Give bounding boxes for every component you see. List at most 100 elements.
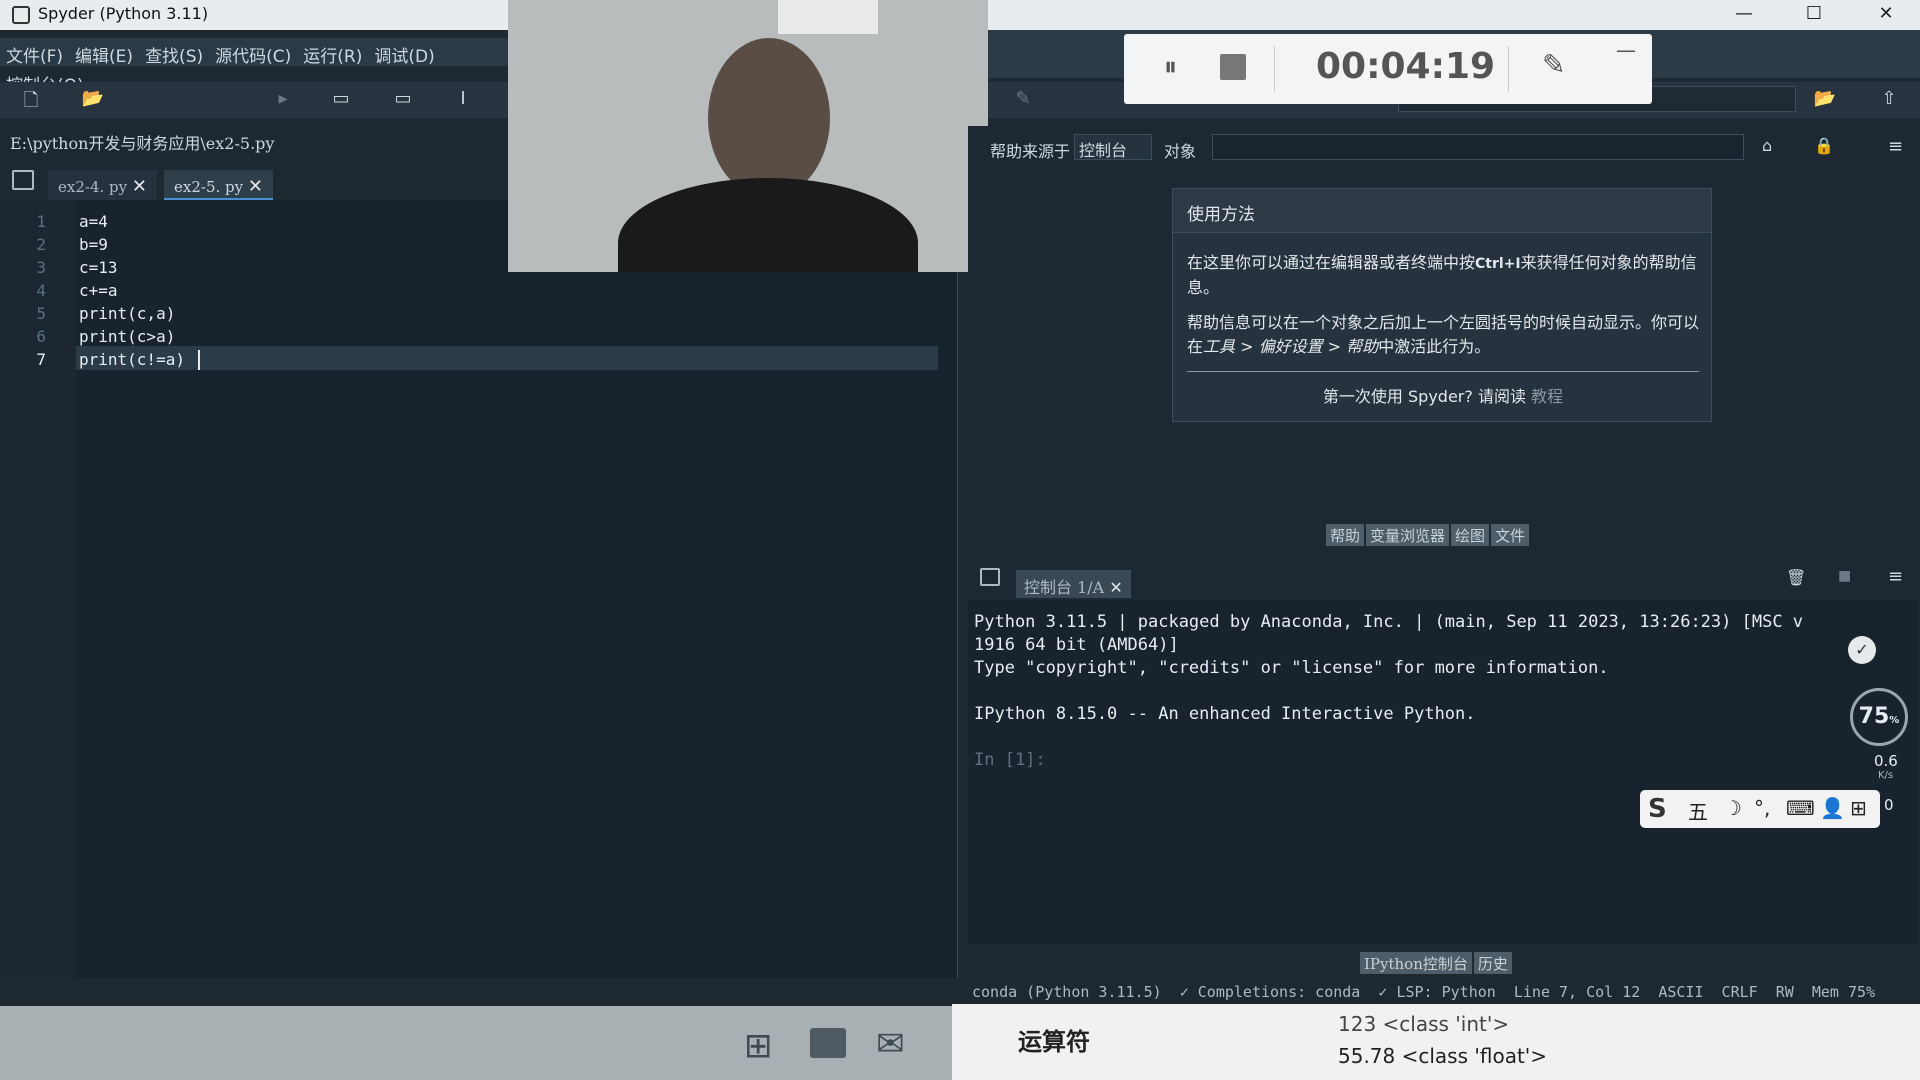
memory-gauge: 75% bbox=[1850, 688, 1908, 746]
net-unit: K/s bbox=[1878, 770, 1894, 781]
menu-source[interactable]: 源代码(C) bbox=[209, 38, 297, 67]
divider bbox=[1274, 46, 1275, 92]
divider bbox=[1508, 46, 1509, 92]
menu-search[interactable]: 查找(S) bbox=[139, 38, 209, 67]
menu-debug[interactable]: 调试(D) bbox=[368, 38, 440, 67]
person-head bbox=[708, 38, 830, 198]
punctuation-icon[interactable]: °, bbox=[1754, 796, 1770, 820]
browse-tabs-icon[interactable] bbox=[12, 170, 34, 190]
menu-edit[interactable]: 编辑(E) bbox=[69, 38, 139, 67]
console-line: 1916 64 bit (AMD64)] bbox=[974, 635, 1179, 655]
overlay-line: 55.78 <class 'float'> bbox=[1338, 1044, 1548, 1068]
keyboard-icon[interactable]: ⌨ bbox=[1786, 796, 1815, 820]
net-upload: 0.6 bbox=[1874, 752, 1898, 770]
ipython-console[interactable]: Python 3.11.5 | packaged by Anaconda, In… bbox=[968, 600, 1918, 944]
pause-icon[interactable]: ⏸ bbox=[1164, 52, 1177, 83]
options-menu-icon[interactable]: ≡ bbox=[1888, 136, 1903, 157]
overlay-title: 运算符 bbox=[1018, 1028, 1090, 1056]
stop-kernel-icon[interactable]: ■ bbox=[1838, 568, 1851, 584]
user-icon[interactable]: 👤 bbox=[1820, 796, 1845, 820]
browse-tabs-icon[interactable] bbox=[980, 568, 1000, 586]
ime-toolbar: S 五 ☽ °, ⌨ 👤 ⊞ bbox=[1640, 790, 1880, 828]
shortcut-key: Ctrl+I bbox=[1475, 256, 1521, 272]
usage-paragraph-2: 帮助信息可以在一个对象之后加上一个左圆括号的时候自动显示。你可以在工具 > 偏好… bbox=[1187, 311, 1699, 359]
mail-icon[interactable]: ✉ bbox=[876, 1024, 905, 1064]
home-icon[interactable]: ⌂ bbox=[1762, 136, 1772, 155]
console-line: Python 3.11.5 | packaged by Anaconda, In… bbox=[974, 612, 1804, 632]
close-tab-icon[interactable]: ✕ bbox=[248, 176, 263, 197]
code-line: a=4 bbox=[79, 212, 108, 231]
tab-help[interactable]: 帮助 bbox=[1326, 524, 1365, 546]
sogou-logo-icon[interactable]: S bbox=[1648, 794, 1667, 824]
tab-console[interactable]: 控制台 1/A ✕ bbox=[1016, 570, 1131, 598]
code-editor[interactable]: 1 2 3 4 5 6 7 a=4 b=9 c=13 c+=a print(c,… bbox=[0, 200, 958, 978]
window-title: Spyder (Python 3.11) bbox=[38, 4, 209, 23]
tutorial-link[interactable]: 教程 bbox=[1531, 387, 1563, 406]
help-source-select[interactable]: 控制台 bbox=[1074, 134, 1152, 160]
close-button[interactable]: ✕ bbox=[1858, 0, 1914, 30]
close-tab-icon[interactable]: ✕ bbox=[132, 176, 147, 197]
usage-text: 中激活此行为。 bbox=[1378, 337, 1491, 356]
tab-plots[interactable]: 绘图 bbox=[1451, 524, 1490, 546]
console-options-icon[interactable]: ≡ bbox=[1888, 566, 1903, 587]
tab-ex2-5[interactable]: ex2-5. py ✕ bbox=[164, 170, 273, 200]
usage-box: 使用方法 在这里你可以通过在编辑器或者终端中按Ctrl+I来获得任何对象的帮助信… bbox=[1172, 188, 1712, 422]
browse-directory-icon[interactable]: 📂 bbox=[1812, 88, 1838, 110]
run-selection-icon[interactable]: I bbox=[450, 88, 476, 110]
tab-label: ex2-4. py bbox=[58, 178, 128, 196]
help-object-input[interactable] bbox=[1212, 134, 1744, 160]
file-explorer-icon[interactable] bbox=[810, 1028, 846, 1058]
wall-poster bbox=[778, 0, 878, 34]
tab-ex2-4[interactable]: ex2-4. py ✕ bbox=[48, 170, 157, 200]
menu-file[interactable]: 文件(F) bbox=[0, 38, 69, 67]
tab-label: ex2-5. py bbox=[174, 178, 244, 196]
text-cursor bbox=[198, 350, 200, 370]
maximize-button[interactable]: ☐ bbox=[1786, 0, 1842, 30]
person-body bbox=[618, 178, 918, 272]
tab-history[interactable]: 历史 bbox=[1473, 952, 1512, 974]
run-cell-advance-icon[interactable]: ▭ bbox=[390, 88, 416, 110]
lock-icon[interactable]: 🔒 bbox=[1814, 136, 1834, 155]
slide-overlay: 运算符 123 <class 'int'> 55.78 <class 'floa… bbox=[952, 1004, 1920, 1080]
ime-mode[interactable]: 五 bbox=[1688, 796, 1708, 825]
tab-ipython-console[interactable]: IPython控制台 bbox=[1360, 952, 1472, 974]
help-object-label: 对象 bbox=[1164, 142, 1197, 161]
line-number: 4 bbox=[36, 281, 46, 300]
new-file-icon[interactable]: 🗋 bbox=[18, 88, 44, 111]
usage-text: 在这里你可以通过在编辑器或者终端中按 bbox=[1187, 253, 1476, 272]
moon-icon[interactable]: ☽ bbox=[1724, 796, 1742, 820]
net-download: 0 bbox=[1884, 796, 1894, 814]
divider bbox=[1187, 371, 1699, 372]
run-icon[interactable]: ▸ bbox=[270, 88, 296, 110]
overlay-line: 123 <class 'int'> bbox=[1338, 1012, 1510, 1036]
apps-icon[interactable]: ⊞ bbox=[1850, 796, 1867, 820]
minimize-button[interactable]: — bbox=[1716, 0, 1772, 30]
console-tab-label: 控制台 1/A bbox=[1024, 578, 1105, 597]
code-line: print(c>a) bbox=[79, 327, 176, 346]
clear-console-icon[interactable]: 🗑 bbox=[1786, 568, 1806, 587]
tab-files[interactable]: 文件 bbox=[1491, 524, 1530, 546]
gauge-unit: % bbox=[1889, 715, 1900, 726]
recorder-minimize-button[interactable]: — bbox=[1616, 38, 1636, 62]
run-cell-icon[interactable]: ▭ bbox=[328, 88, 354, 110]
menu-bar: 文件(F)编辑(E)查找(S)源代码(C)运行(R)调试(D)控制台(O) bbox=[0, 38, 520, 96]
tab-variable-explorer[interactable]: 变量浏览器 bbox=[1366, 524, 1450, 546]
open-file-icon[interactable]: 📂 bbox=[80, 88, 106, 110]
menu-run[interactable]: 运行(R) bbox=[297, 38, 368, 67]
code-line: print(c,a) bbox=[79, 304, 176, 323]
start-icon[interactable]: ⊞ bbox=[744, 1026, 773, 1066]
code-line: c=13 bbox=[79, 258, 118, 277]
webcam-overlay bbox=[508, 0, 988, 272]
console-line: IPython 8.15.0 -- An enhanced Interactiv… bbox=[974, 704, 1476, 724]
debug-icon[interactable]: ✎ bbox=[1010, 88, 1036, 110]
current-line-highlight bbox=[76, 346, 938, 370]
parent-directory-icon[interactable]: ⇧ bbox=[1876, 88, 1902, 110]
help-source-label: 帮助来源于 bbox=[990, 142, 1071, 161]
screen-recorder-widget: ⏸ 00:04:19 ✎ — bbox=[1124, 34, 1652, 104]
stop-icon[interactable] bbox=[1220, 54, 1246, 80]
spyder-app-icon bbox=[12, 6, 30, 24]
first-time-text: 第一次使用 Spyder? 请阅读 教程 bbox=[1187, 385, 1699, 409]
shield-icon: ✓ bbox=[1848, 636, 1876, 664]
close-tab-icon[interactable]: ✕ bbox=[1109, 578, 1122, 597]
pen-icon[interactable]: ✎ bbox=[1542, 48, 1565, 81]
